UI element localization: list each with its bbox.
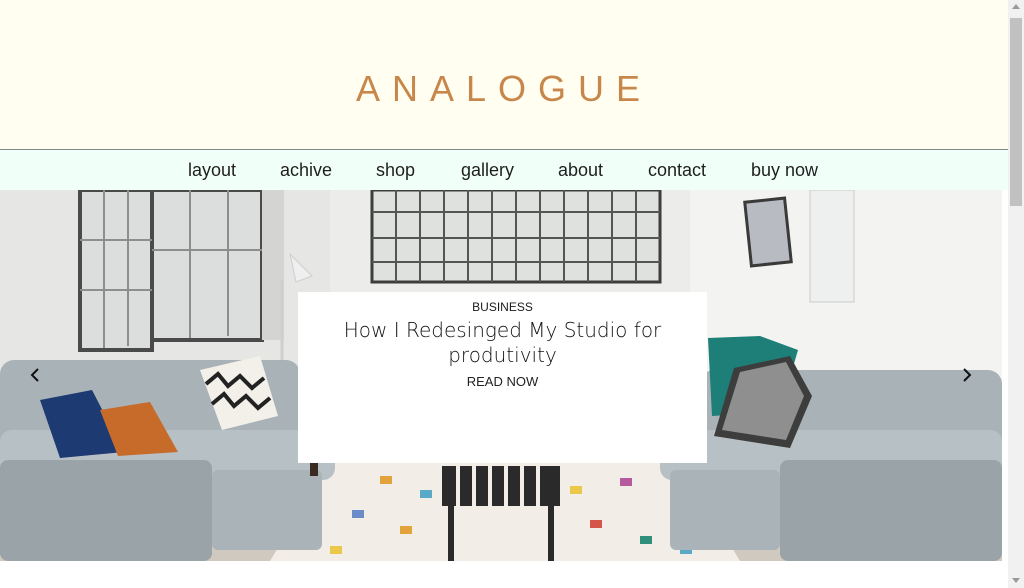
nav-item-about[interactable]: about — [558, 160, 603, 181]
scroll-down-icon[interactable] — [1012, 578, 1020, 583]
nav-item-shop[interactable]: shop — [376, 160, 415, 181]
nav-item-gallery[interactable]: gallery — [461, 160, 514, 181]
vertical-scrollbar[interactable] — [1008, 0, 1024, 588]
nav-item-buy-now[interactable]: buy now — [751, 160, 818, 181]
scroll-up-icon[interactable] — [1012, 4, 1020, 9]
read-now-link[interactable]: READ NOW — [298, 374, 707, 389]
chevron-right-icon[interactable] — [956, 364, 978, 386]
nav-item-layout[interactable]: layout — [188, 160, 236, 181]
scrollbar-thumb[interactable] — [1010, 18, 1022, 206]
nav-item-achive[interactable]: achive — [280, 160, 332, 181]
main-nav: layout achive shop gallery about contact… — [0, 149, 1008, 190]
featured-post-card: BUSINESS How I Redesinged My Studio for … — [298, 292, 707, 463]
site-logo[interactable]: ANALOGUE — [0, 68, 1008, 110]
hero-slider: BUSINESS How I Redesinged My Studio for … — [0, 190, 1002, 561]
masthead: ANALOGUE — [0, 0, 1008, 149]
nav-item-contact[interactable]: contact — [648, 160, 706, 181]
post-title[interactable]: How I Redesinged My Studio for produtivi… — [338, 318, 667, 368]
post-category[interactable]: BUSINESS — [298, 300, 707, 314]
chevron-left-icon[interactable] — [24, 364, 46, 386]
page: ANALOGUE layout achive shop gallery abou… — [0, 0, 1008, 588]
